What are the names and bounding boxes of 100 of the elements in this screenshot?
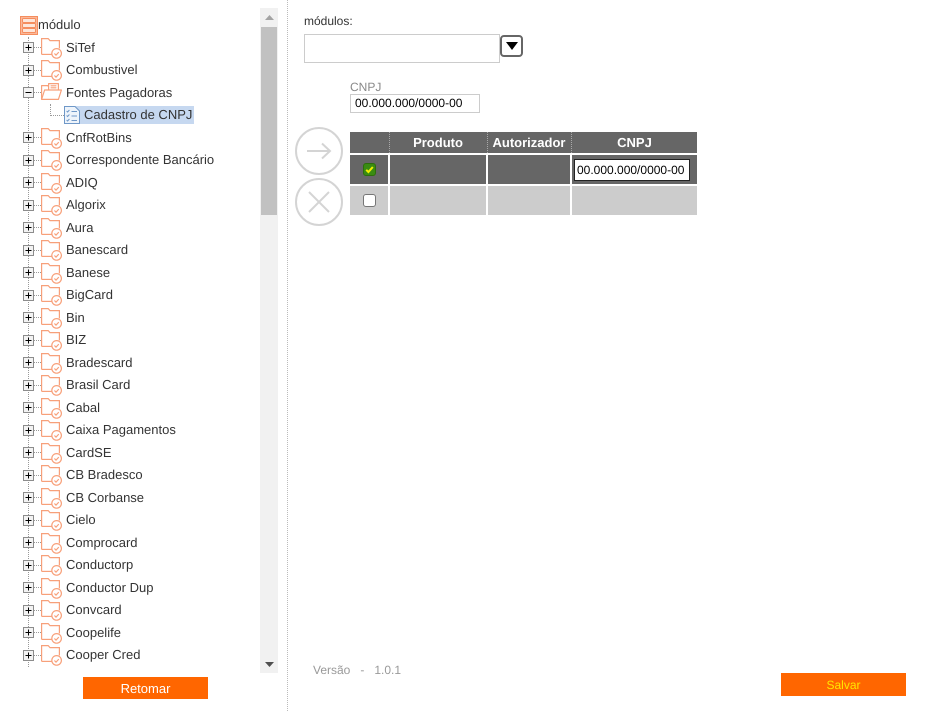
version-separator: -	[360, 663, 364, 677]
folder-icon	[41, 442, 62, 464]
plus-icon[interactable]	[23, 200, 34, 211]
folder-icon	[41, 306, 62, 329]
arrow-right-icon	[306, 142, 332, 160]
tree-item[interactable]: Bin	[41, 308, 87, 327]
folder-icon	[41, 532, 62, 554]
folder-icon	[41, 554, 62, 576]
tree-item[interactable]: Cooper Cred	[41, 646, 142, 664]
field-label: módulos:	[304, 14, 353, 29]
tree-item[interactable]: Fontes Pagadoras	[41, 84, 174, 102]
field-label: CNPJ	[350, 80, 382, 94]
folder-icon	[41, 262, 62, 284]
folder-icon	[41, 194, 62, 216]
tree-item[interactable]: Correspondente Bancário	[41, 151, 216, 170]
tree-item[interactable]: Cielo	[41, 511, 98, 530]
plus-icon[interactable]	[23, 492, 34, 504]
plus-icon[interactable]	[23, 154, 34, 166]
plus-icon[interactable]	[23, 424, 34, 436]
tree-item[interactable]: Cadastro de CNPJ	[64, 106, 194, 124]
tree-item[interactable]: SiTef	[41, 38, 97, 57]
plus-icon[interactable]	[23, 290, 34, 301]
tree-item[interactable]: Brasil Card	[41, 376, 132, 394]
folder-icon	[41, 329, 62, 352]
plus-icon[interactable]	[23, 402, 34, 414]
folder-icon	[41, 172, 62, 194]
module-select-field[interactable]	[304, 34, 500, 63]
checklist-document-icon	[64, 106, 80, 124]
plus-icon[interactable]	[23, 334, 34, 346]
folder-icon	[41, 464, 62, 486]
plus-icon[interactable]	[23, 582, 34, 594]
plus-icon[interactable]	[23, 627, 34, 638]
folder-icon	[41, 419, 62, 442]
version-number: 1.0.1	[374, 663, 402, 677]
plus-icon[interactable]	[23, 470, 34, 481]
tree-item[interactable]: Conductor Dup	[41, 578, 156, 597]
tree-item[interactable]: CardSE	[41, 444, 114, 462]
folder-icon	[41, 149, 62, 172]
tree-item[interactable]: BigCard	[41, 286, 115, 304]
folder-icon	[41, 352, 62, 374]
plus-icon[interactable]	[23, 604, 34, 616]
checkbox[interactable]	[362, 163, 376, 176]
plus-icon[interactable]	[23, 447, 34, 458]
column-header: CNPJ	[571, 132, 697, 153]
tree-item[interactable]: Caixa Pagamentos	[41, 421, 178, 440]
folder-icon	[41, 216, 62, 239]
plus-icon[interactable]	[23, 357, 34, 368]
plus-icon[interactable]	[23, 64, 34, 76]
plus-icon[interactable]	[23, 560, 34, 571]
tree-root-item[interactable]: módulo	[20, 16, 83, 34]
plus-icon[interactable]	[23, 177, 34, 188]
folder-icon	[41, 486, 62, 509]
folder-icon	[41, 284, 62, 306]
tree-item[interactable]: ADIQ	[41, 174, 100, 192]
folder-icon	[41, 59, 62, 82]
tree-item[interactable]: Convcard	[41, 601, 124, 620]
tree-item[interactable]: Coopelife	[41, 624, 123, 642]
folder-icon	[41, 239, 62, 262]
scroll-thumb[interactable]	[261, 27, 277, 215]
folder-icon	[41, 374, 62, 396]
tree-item[interactable]: CB Corbanse	[41, 488, 146, 507]
close-icon	[308, 191, 330, 213]
scroll-down-icon[interactable]	[264, 662, 274, 666]
stacked-boxes-icon	[20, 16, 38, 35]
column-header: Autorizador	[487, 132, 570, 153]
tree-item[interactable]: Combustivel	[41, 61, 140, 80]
caret-down-icon	[506, 42, 518, 50]
tree-item[interactable]: Algorix	[41, 196, 108, 214]
tree-item[interactable]: CnfRotBins	[41, 128, 134, 147]
plus-icon[interactable]	[23, 380, 34, 391]
folder-icon	[41, 576, 62, 599]
plus-icon[interactable]	[23, 42, 34, 54]
tree-item[interactable]: CB Bradesco	[41, 466, 145, 484]
minus-icon[interactable]	[23, 87, 34, 98]
tree-item[interactable]: Conductorp	[41, 556, 136, 574]
plus-icon[interactable]	[23, 312, 34, 324]
tree-item[interactable]: Bradescard	[41, 354, 134, 372]
folder-icon	[41, 396, 62, 419]
cnpj-field[interactable]: 00.000.000/0000-00	[350, 94, 480, 113]
plus-icon[interactable]	[23, 132, 34, 144]
tree-item[interactable]: Banese	[41, 264, 112, 282]
plus-icon[interactable]	[23, 650, 34, 661]
plus-icon[interactable]	[23, 514, 34, 526]
tree-item[interactable]: Cabal	[41, 398, 102, 417]
folder-icon	[41, 509, 62, 532]
folder-icon	[41, 644, 62, 666]
plus-icon[interactable]	[23, 244, 34, 256]
tree-item[interactable]: Aura	[41, 218, 96, 237]
column-header: Produto	[389, 132, 486, 153]
tree-item[interactable]: Banescard	[41, 241, 130, 260]
plus-icon[interactable]	[23, 222, 34, 234]
checkbox[interactable]	[362, 194, 376, 207]
plus-icon[interactable]	[23, 537, 34, 548]
dropdown-button[interactable]	[500, 35, 523, 57]
plus-icon[interactable]	[23, 267, 34, 278]
tree-item[interactable]: BIZ	[41, 331, 88, 350]
cnpj-input[interactable]: 00.000.000/0000-00	[574, 158, 690, 180]
folder-icon	[41, 126, 62, 149]
folder-icon	[41, 599, 62, 622]
tree-item[interactable]: Comprocard	[41, 534, 140, 552]
